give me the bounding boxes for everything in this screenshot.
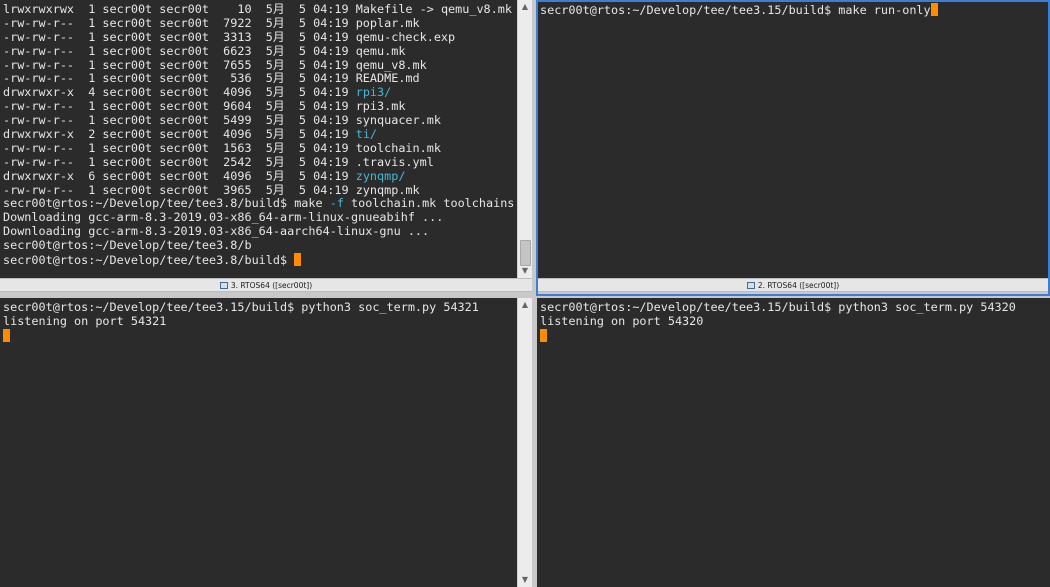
terminal-text: listening on port 54321	[3, 313, 167, 328]
terminal-text: -rw-rw-r-- 1 secr00t secr00t 2542 5月 5 0…	[3, 154, 434, 169]
terminal-output: secr00t@rtos:~/Develop/tee/tee3.15/build…	[540, 300, 1050, 587]
terminal-line	[3, 328, 516, 343]
terminal-text: drwxrwxr-x 2 secr00t secr00t 4096 5月 5 0…	[3, 127, 356, 142]
terminal-line: listening on port 54320	[540, 313, 1050, 329]
scrollbar-thumb[interactable]	[520, 240, 531, 266]
terminal-output: lrwxrwxrwx 1 secr00t secr00t 10 5月 5 04:…	[3, 2, 516, 278]
terminal-text: zynqmp/	[355, 168, 406, 183]
terminal-text: secr00t@rtos:~/Develop/tee/tee3.8/b	[3, 238, 252, 253]
terminal-line: -rw-rw-r-- 1 secr00t secr00t 3313 5月 5 0…	[3, 29, 516, 45]
scroll-up-arrow-icon[interactable]: ▲	[518, 298, 532, 312]
terminal-line: lrwxrwxrwx 1 secr00t secr00t 10 5月 5 04:…	[3, 2, 516, 17]
terminal-icon	[746, 281, 755, 289]
terminal-line: -rw-rw-r-- 1 secr00t secr00t 2542 5月 5 0…	[3, 154, 516, 170]
terminal-line: -rw-rw-r-- 1 secr00t secr00t 6623 5月 5 0…	[3, 43, 516, 59]
scroll-down-arrow-icon[interactable]: ▼	[518, 264, 532, 278]
terminal-line: secr00t@rtos:~/Develop/tee/tee3.15/build…	[540, 300, 1050, 315]
status-bar-top-left: 3. RTOS64 ([secr00t])	[0, 278, 532, 292]
terminal-text: -rw-rw-r-- 1 secr00t secr00t 6623 5月 5 0…	[3, 43, 406, 58]
terminal-text: secr00t@rtos:~/Develop/tee/tee3.15/build…	[540, 300, 1016, 314]
scroll-down-arrow-icon[interactable]: ▼	[518, 573, 532, 587]
terminal-cursor	[3, 328, 10, 342]
terminal-line: -rw-rw-r-- 1 secr00t secr00t 9604 5月 5 0…	[3, 99, 516, 114]
terminal-line: drwxrwxr-x 4 secr00t secr00t 4096 5月 5 0…	[3, 85, 516, 100]
terminal-cursor	[294, 253, 302, 267]
terminal-cursor	[930, 3, 938, 16]
terminal-text: listening on port 54320	[540, 313, 704, 328]
scroll-up-arrow-icon[interactable]: ▲	[518, 0, 532, 14]
terminal-icon	[219, 281, 228, 289]
terminal-line: secr00t@rtos:~/Develop/tee/tee3.8/build$	[3, 253, 516, 267]
terminal-pane-top-left[interactable]: lrwxrwxrwx 1 secr00t secr00t 10 5月 5 04:…	[0, 0, 532, 278]
vertical-scrollbar[interactable]: ▲ ▼	[517, 0, 532, 278]
terminal-text: secr00t@rtos:~/Develop/tee/tee3.8/build$	[3, 253, 295, 268]
terminal-text: -rw-rw-r-- 1 secr00t secr00t 536 5月 5 04…	[3, 71, 420, 86]
terminal-line: secr00t@rtos:~/Develop/tee/tee3.8/build$…	[3, 197, 516, 211]
terminal-text: lrwxrwxrwx 1 secr00t secr00t 10 5月 5 04:…	[3, 2, 356, 16]
terminal-output: secr00t@rtos:~/Develop/tee/tee3.15/build…	[540, 3, 1050, 278]
terminal-text: Makefile -> qemu_v8.mk	[355, 2, 512, 16]
terminal-cursor	[540, 328, 547, 342]
terminal-line	[540, 328, 1050, 343]
terminal-line: -rw-rw-r-- 1 secr00t secr00t 3965 5月 5 0…	[3, 182, 516, 198]
terminal-text: Downloading gcc-arm-8.3-2019.03-x86_64-a…	[3, 224, 430, 239]
terminal-text: -rw-rw-r-- 1 secr00t secr00t 7922 5月 5 0…	[3, 15, 420, 30]
terminal-line: Downloading gcc-arm-8.3-2019.03-x86_64-a…	[3, 210, 516, 225]
terminal-line: drwxrwxr-x 6 secr00t secr00t 4096 5月 5 0…	[3, 168, 516, 184]
terminal-text: toolchain.mk toolchains	[343, 196, 515, 211]
terminal-line: Downloading gcc-arm-8.3-2019.03-x86_64-a…	[3, 224, 516, 239]
terminal-pane-top-right[interactable]: secr00t@rtos:~/Develop/tee/tee3.15/build…	[537, 0, 1050, 278]
terminal-line: secr00t@rtos:~/Develop/tee/tee3.8/b	[3, 238, 516, 253]
terminal-text: -rw-rw-r-- 1 secr00t secr00t 1563 5月 5 0…	[3, 140, 441, 155]
terminal-line: listening on port 54321	[3, 313, 516, 329]
terminal-text: -rw-rw-r-- 1 secr00t secr00t 7655 5月 5 0…	[3, 57, 427, 72]
vertical-scrollbar[interactable]: ▲ ▼	[517, 298, 532, 587]
terminal-text: -rw-rw-r-- 1 secr00t secr00t 3965 5月 5 0…	[3, 182, 420, 197]
terminal-line: -rw-rw-r-- 1 secr00t secr00t 7922 5月 5 0…	[3, 15, 516, 31]
terminal-output: secr00t@rtos:~/Develop/tee/tee3.15/build…	[3, 300, 516, 587]
terminal-text: secr00t@rtos:~/Develop/tee/tee3.15/build…	[3, 300, 479, 314]
terminal-text: rpi3/	[355, 85, 392, 100]
terminal-text: Downloading gcc-arm-8.3-2019.03-x86_64-a…	[3, 210, 444, 225]
terminal-line: secr00t@rtos:~/Develop/tee/tee3.15/build…	[3, 300, 516, 315]
session-label: 2. RTOS64 ([secr00t])	[757, 280, 840, 290]
terminal-line: -rw-rw-r-- 1 secr00t secr00t 5499 5月 5 0…	[3, 113, 516, 128]
terminal-line: secr00t@rtos:~/Develop/tee/tee3.15/build…	[540, 3, 1050, 17]
terminal-text: secr00t@rtos:~/Develop/tee/tee3.8/build$…	[3, 196, 330, 211]
terminal-line: drwxrwxr-x 2 secr00t secr00t 4096 5月 5 0…	[3, 127, 516, 142]
terminal-line: -rw-rw-r-- 1 secr00t secr00t 1563 5月 5 0…	[3, 140, 516, 156]
terminal-text: -rw-rw-r-- 1 secr00t secr00t 3313 5月 5 0…	[3, 29, 456, 44]
status-bar-top-right: 2. RTOS64 ([secr00t])	[538, 278, 1048, 292]
terminal-text: -rw-rw-r-- 1 secr00t secr00t 9604 5月 5 0…	[3, 99, 406, 114]
terminal-line: -rw-rw-r-- 1 secr00t secr00t 536 5月 5 04…	[3, 72, 516, 86]
terminal-line: -rw-rw-r-- 1 secr00t secr00t 7655 5月 5 0…	[3, 57, 516, 73]
session-label: 3. RTOS64 ([secr00t])	[230, 280, 313, 290]
terminal-text: -rw-rw-r-- 1 secr00t secr00t 5499 5月 5 0…	[3, 113, 441, 128]
terminal-text: drwxrwxr-x 6 secr00t secr00t 4096 5月 5 0…	[3, 168, 356, 183]
terminal-text: drwxrwxr-x 4 secr00t secr00t 4096 5月 5 0…	[3, 85, 356, 100]
terminal-text: ti/	[355, 127, 378, 142]
terminal-text: -f	[329, 196, 344, 211]
terminal-text: secr00t@rtos:~/Develop/tee/tee3.15/build…	[540, 3, 931, 17]
terminal-pane-bottom-left[interactable]: secr00t@rtos:~/Develop/tee/tee3.15/build…	[0, 298, 532, 587]
terminal-pane-bottom-right[interactable]: secr00t@rtos:~/Develop/tee/tee3.15/build…	[537, 298, 1050, 587]
